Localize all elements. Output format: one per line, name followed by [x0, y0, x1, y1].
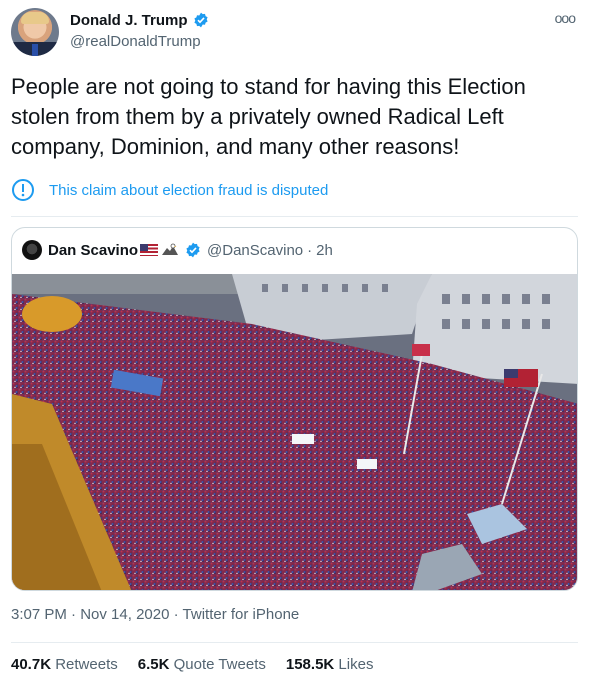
avatar-tie [32, 44, 38, 56]
quoted-time[interactable]: 2h [316, 242, 333, 259]
verified-badge-icon [194, 12, 208, 28]
retweets-label: Retweets [55, 656, 118, 673]
divider [11, 216, 578, 217]
eagle-icon [162, 243, 179, 255]
us-flag-icon [140, 244, 159, 256]
quoted-tweet-header: Dan Scavino @DanScavino · 2h [22, 240, 333, 260]
tweet-meta: 3:07 PM · Nov 14, 2020 · Twitter for iPh… [11, 606, 299, 623]
info-circle-icon [12, 179, 34, 201]
tweet-date[interactable]: Nov 14, 2020 [80, 606, 169, 623]
retweets-stat[interactable]: 40.7K Retweets [11, 656, 118, 673]
quoted-handle[interactable]: @DanScavino [207, 242, 303, 259]
quoted-tweet[interactable]: Dan Scavino @DanScavino · 2h [11, 227, 578, 591]
author-avatar[interactable] [11, 8, 59, 56]
avatar-hair [21, 12, 49, 24]
likes-stat[interactable]: 158.5K Likes [286, 656, 374, 673]
disputed-notice[interactable]: This claim about election fraud is dispu… [11, 178, 328, 202]
tweet-text: People are not going to stand for having… [11, 74, 526, 159]
separator: · [71, 606, 77, 623]
quote-tweets-count: 6.5K [137, 656, 170, 673]
tweet-time[interactable]: 3:07 PM [11, 606, 67, 623]
quote-tweets-stat[interactable]: 6.5K Quote Tweets [138, 656, 266, 673]
separator: · [307, 241, 313, 259]
separator: · [173, 606, 179, 623]
author-name[interactable]: Donald J. Trump [70, 12, 188, 29]
divider [11, 642, 578, 643]
quoted-avatar[interactable] [22, 240, 42, 260]
tweet-source-app[interactable]: Twitter for iPhone [183, 606, 300, 623]
likes-label: Likes [338, 656, 374, 673]
retweets-count: 40.7K [11, 656, 52, 673]
notice-link[interactable]: This claim about election fraud is dispu… [49, 182, 328, 199]
quoted-name[interactable]: Dan Scavino [48, 242, 138, 259]
more-icon[interactable]: ooo [555, 10, 576, 26]
verified-badge-icon [186, 242, 200, 258]
author-handle[interactable]: @realDonaldTrump [70, 33, 201, 50]
quote-tweets-label: Quote Tweets [173, 656, 266, 673]
tweet-stats: 40.7K Retweets 6.5K Quote Tweets 158.5K … [11, 656, 373, 673]
crowd-photo[interactable] [12, 274, 578, 591]
likes-count: 158.5K [285, 656, 335, 673]
